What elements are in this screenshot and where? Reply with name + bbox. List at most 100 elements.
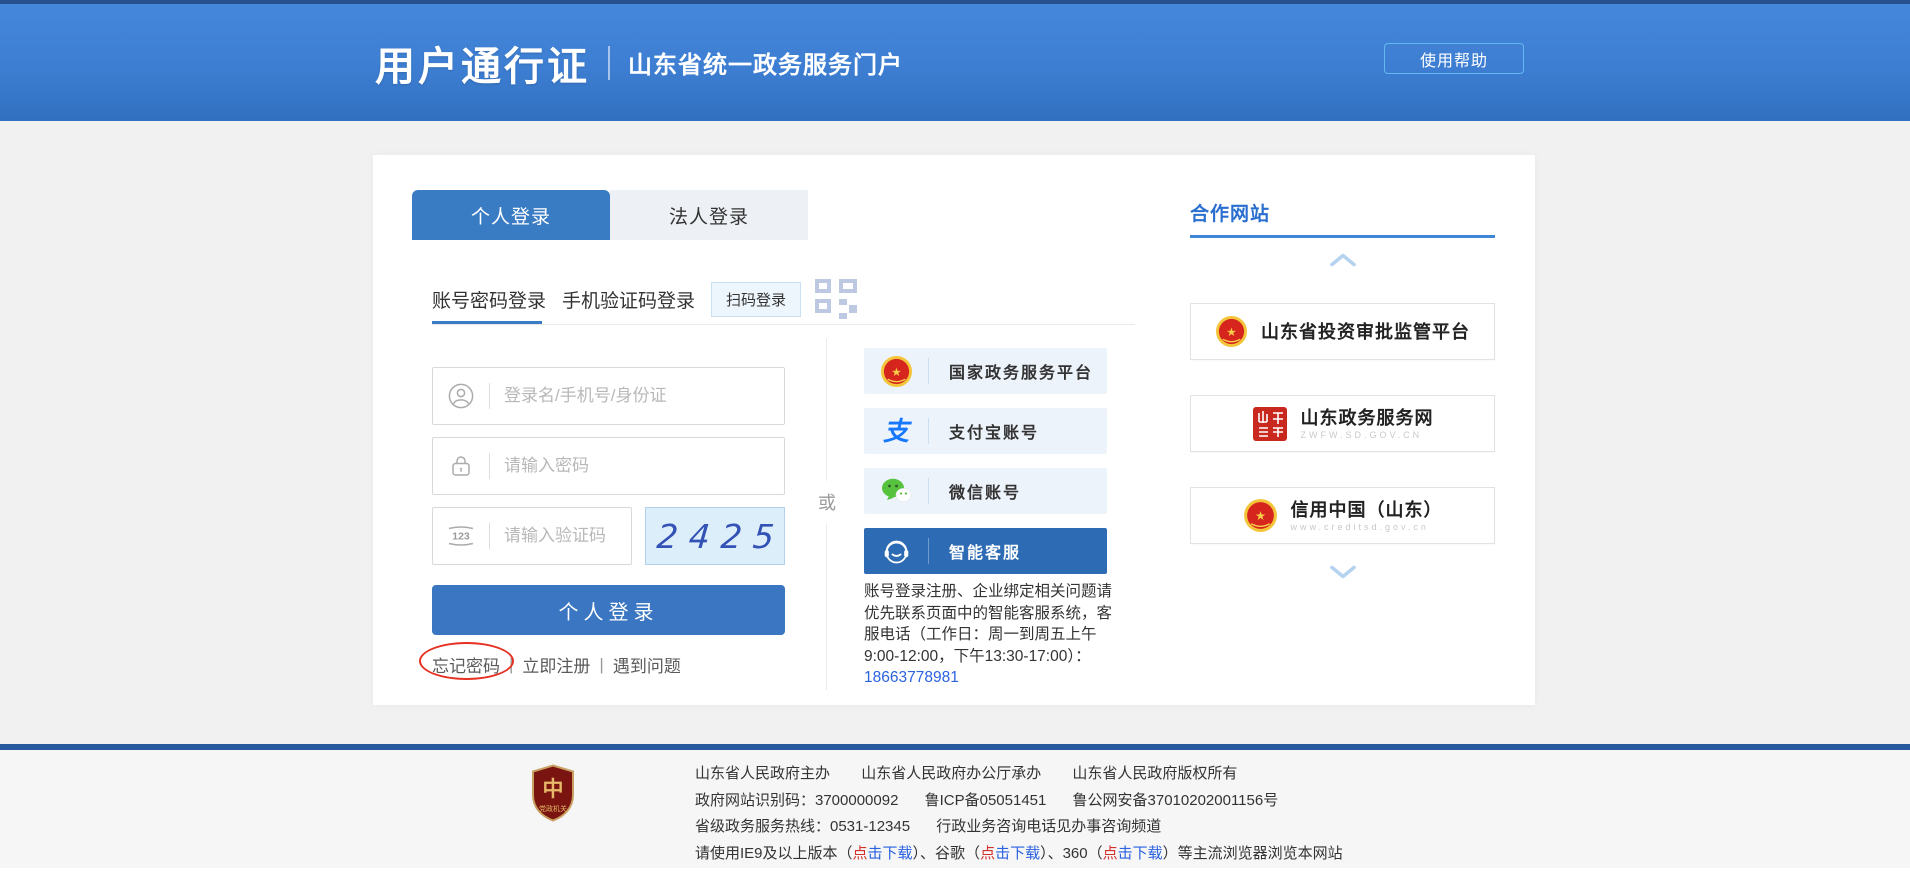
alt-login-label: 微信账号 [949, 479, 1021, 503]
svg-text:★: ★ [1226, 326, 1236, 339]
option-divider [928, 538, 929, 564]
svg-text:中: 中 [543, 778, 564, 801]
login-form: 123 2425 个人登录 忘记密码 | 立即注册 | [432, 367, 785, 677]
browser-note-text: ）等主流浏览器浏览本网站 [1163, 845, 1343, 862]
browser-note-text: ）、谷歌（ [913, 845, 981, 862]
national-emblem-icon: ★ [1243, 498, 1278, 533]
footer-line-2: 政府网站识别码：3700000092 鲁ICP备05051451 鲁公网安备37… [695, 788, 1343, 815]
page-subtitle: 山东省统一政务服务门户 [628, 45, 903, 80]
footer-line-4: 请使用IE9及以上版本（点击下载）、谷歌（点击下载）、360（点击下载）等主流浏… [695, 841, 1343, 868]
partner-url: ZWFW.SD.GOV.CN [1301, 430, 1434, 440]
captcha-digits: 2425 [644, 517, 786, 556]
qr-code-icon[interactable] [815, 279, 857, 319]
login-card: 个人登录 法人登录 账号密码登录 手机验证码登录 扫码登录 [373, 155, 1535, 705]
footer: 中 党政机关 山东省人民政府主办 山东省人民政府办公厅承办 山东省人民政府版权所… [0, 750, 1910, 868]
method-password-login[interactable]: 账号密码登录 [432, 286, 546, 313]
footer-icp: 鲁ICP备05051451 [925, 792, 1047, 809]
link-separator: | [509, 655, 513, 675]
partner-sites-panel: 合作网站 ★ 山东省投资审批监管平台 [1190, 199, 1495, 659]
login-type-tabs: 个人登录 法人登录 [412, 190, 808, 240]
download-link-chrome[interactable]: 击下载 [995, 845, 1040, 862]
svg-text:123: 123 [452, 531, 470, 543]
browser-note-text: 请使用IE9及以上版本（ [695, 845, 853, 862]
seal-icon [1252, 406, 1288, 442]
header: 用户通行证 山东省统一政务服务门户 使用帮助 [0, 4, 1910, 121]
alternative-logins: ★ 国家政务服务平台 支 支付宝账号 [864, 348, 1107, 588]
partner-title-underline [1190, 235, 1495, 238]
option-divider [928, 418, 929, 444]
footer-sponsor: 山东省人民政府主办 [695, 765, 830, 782]
partner-name: 山东省投资审批监管平台 [1261, 322, 1470, 342]
login-page: 用户通行证 山东省统一政务服务门户 使用帮助 个人登录 法人登录 账号密码登录 … [0, 0, 1910, 891]
footer-hotline: 省级政务服务热线：0531-12345 [695, 818, 910, 835]
partner-name: 山东政务服务网 [1301, 408, 1434, 428]
option-divider [928, 358, 929, 384]
download-link-360[interactable]: 点 [1103, 845, 1118, 862]
download-link-ie[interactable]: 击下载 [868, 845, 913, 862]
helper-links: 忘记密码 | 立即注册 | 遇到问题 [432, 652, 785, 677]
register-link[interactable]: 立即注册 [522, 652, 590, 677]
service-phone-link[interactable]: 18663778981 [864, 669, 959, 686]
footer-consult-note: 行政业务咨询电话见办事咨询频道 [936, 818, 1161, 835]
username-input[interactable] [490, 386, 784, 406]
alt-login-label: 智能客服 [949, 539, 1021, 563]
captcha-input[interactable] [490, 526, 631, 546]
brand: 用户通行证 山东省统一政务服务门户 [375, 4, 903, 121]
method-tabs-divider [432, 324, 1135, 325]
password-input[interactable] [490, 456, 784, 476]
tab-legal-login[interactable]: 法人登录 [610, 190, 808, 240]
partner-sites-title: 合作网站 [1190, 199, 1270, 226]
bottom-white-strip [0, 868, 1910, 891]
alt-login-smart-service[interactable]: 智能客服 [864, 528, 1107, 574]
alt-login-national-platform[interactable]: ★ 国家政务服务平台 [864, 348, 1107, 394]
partner-url: www.creditsd.gov.cn [1291, 522, 1443, 532]
service-note-text: 账号登录注册、企业绑定相关问题请优先联系页面中的智能客服系统，客服电话（工作日：… [864, 583, 1112, 665]
captcha-field-wrap: 123 [432, 507, 632, 565]
submit-login-button[interactable]: 个人登录 [432, 585, 785, 635]
captcha-row: 123 2425 [432, 507, 785, 577]
partner-card-zwfw[interactable]: 山东政务服务网 ZWFW.SD.GOV.CN [1190, 395, 1495, 452]
brand-divider [608, 46, 610, 80]
footer-text: 山东省人民政府主办 山东省人民政府办公厅承办 山东省人民政府版权所有 政府网站识… [695, 761, 1343, 867]
footer-line-3: 省级政务服务热线：0531-12345 行政业务咨询电话见办事咨询频道 [695, 814, 1343, 841]
wechat-icon [864, 478, 928, 505]
chevron-up-icon[interactable] [1190, 253, 1495, 267]
alt-login-label: 支付宝账号 [949, 419, 1039, 443]
method-scan-login[interactable]: 扫码登录 [711, 282, 801, 317]
download-link-360[interactable]: 击下载 [1118, 845, 1163, 862]
tab-personal-login[interactable]: 个人登录 [412, 190, 610, 240]
download-link-ie[interactable]: 点 [853, 845, 868, 862]
download-link-chrome[interactable]: 点 [980, 845, 995, 862]
option-divider [928, 478, 929, 504]
alt-login-alipay[interactable]: 支 支付宝账号 [864, 408, 1107, 454]
user-icon [433, 383, 489, 409]
method-sms-login[interactable]: 手机验证码登录 [562, 286, 695, 313]
captcha-image[interactable]: 2425 [645, 507, 785, 565]
svg-text:党政机关: 党政机关 [539, 804, 567, 813]
national-emblem-icon: ★ [1215, 315, 1248, 348]
browser-note-text: ）、360（ [1040, 845, 1103, 862]
footer-copyright: 山东省人民政府版权所有 [1072, 765, 1237, 782]
svg-text:★: ★ [891, 365, 901, 378]
password-field-wrap [432, 437, 785, 495]
forgot-password-link[interactable]: 忘记密码 [432, 657, 500, 676]
partner-name: 信用中国（山东） [1291, 500, 1443, 520]
footer-site-id: 政府网站识别码：3700000092 [695, 792, 898, 809]
link-separator: | [599, 655, 603, 675]
alt-login-wechat[interactable]: 微信账号 [864, 468, 1107, 514]
captcha-123-icon: 123 [433, 524, 489, 548]
login-method-tabs: 账号密码登录 手机验证码登录 扫码登录 [432, 277, 857, 321]
or-label: 或 [815, 481, 839, 523]
chevron-down-icon[interactable] [1190, 565, 1495, 579]
trouble-link[interactable]: 遇到问题 [613, 652, 681, 677]
footer-line-1: 山东省人民政府主办 山东省人民政府办公厅承办 山东省人民政府版权所有 [695, 761, 1343, 788]
lock-icon [433, 453, 489, 479]
page-title: 用户通行证 [375, 34, 590, 92]
help-button[interactable]: 使用帮助 [1384, 43, 1524, 74]
partner-card-credit-china[interactable]: ★ 信用中国（山东） www.creditsd.gov.cn [1190, 487, 1495, 544]
partner-card-investment-platform[interactable]: ★ 山东省投资审批监管平台 [1190, 303, 1495, 360]
customer-service-icon [864, 537, 928, 566]
svg-text:★: ★ [1254, 509, 1265, 523]
service-note: 账号登录注册、企业绑定相关问题请优先联系页面中的智能客服系统，客服电话（工作日：… [864, 581, 1124, 689]
footer-undertaker: 山东省人民政府办公厅承办 [861, 765, 1041, 782]
